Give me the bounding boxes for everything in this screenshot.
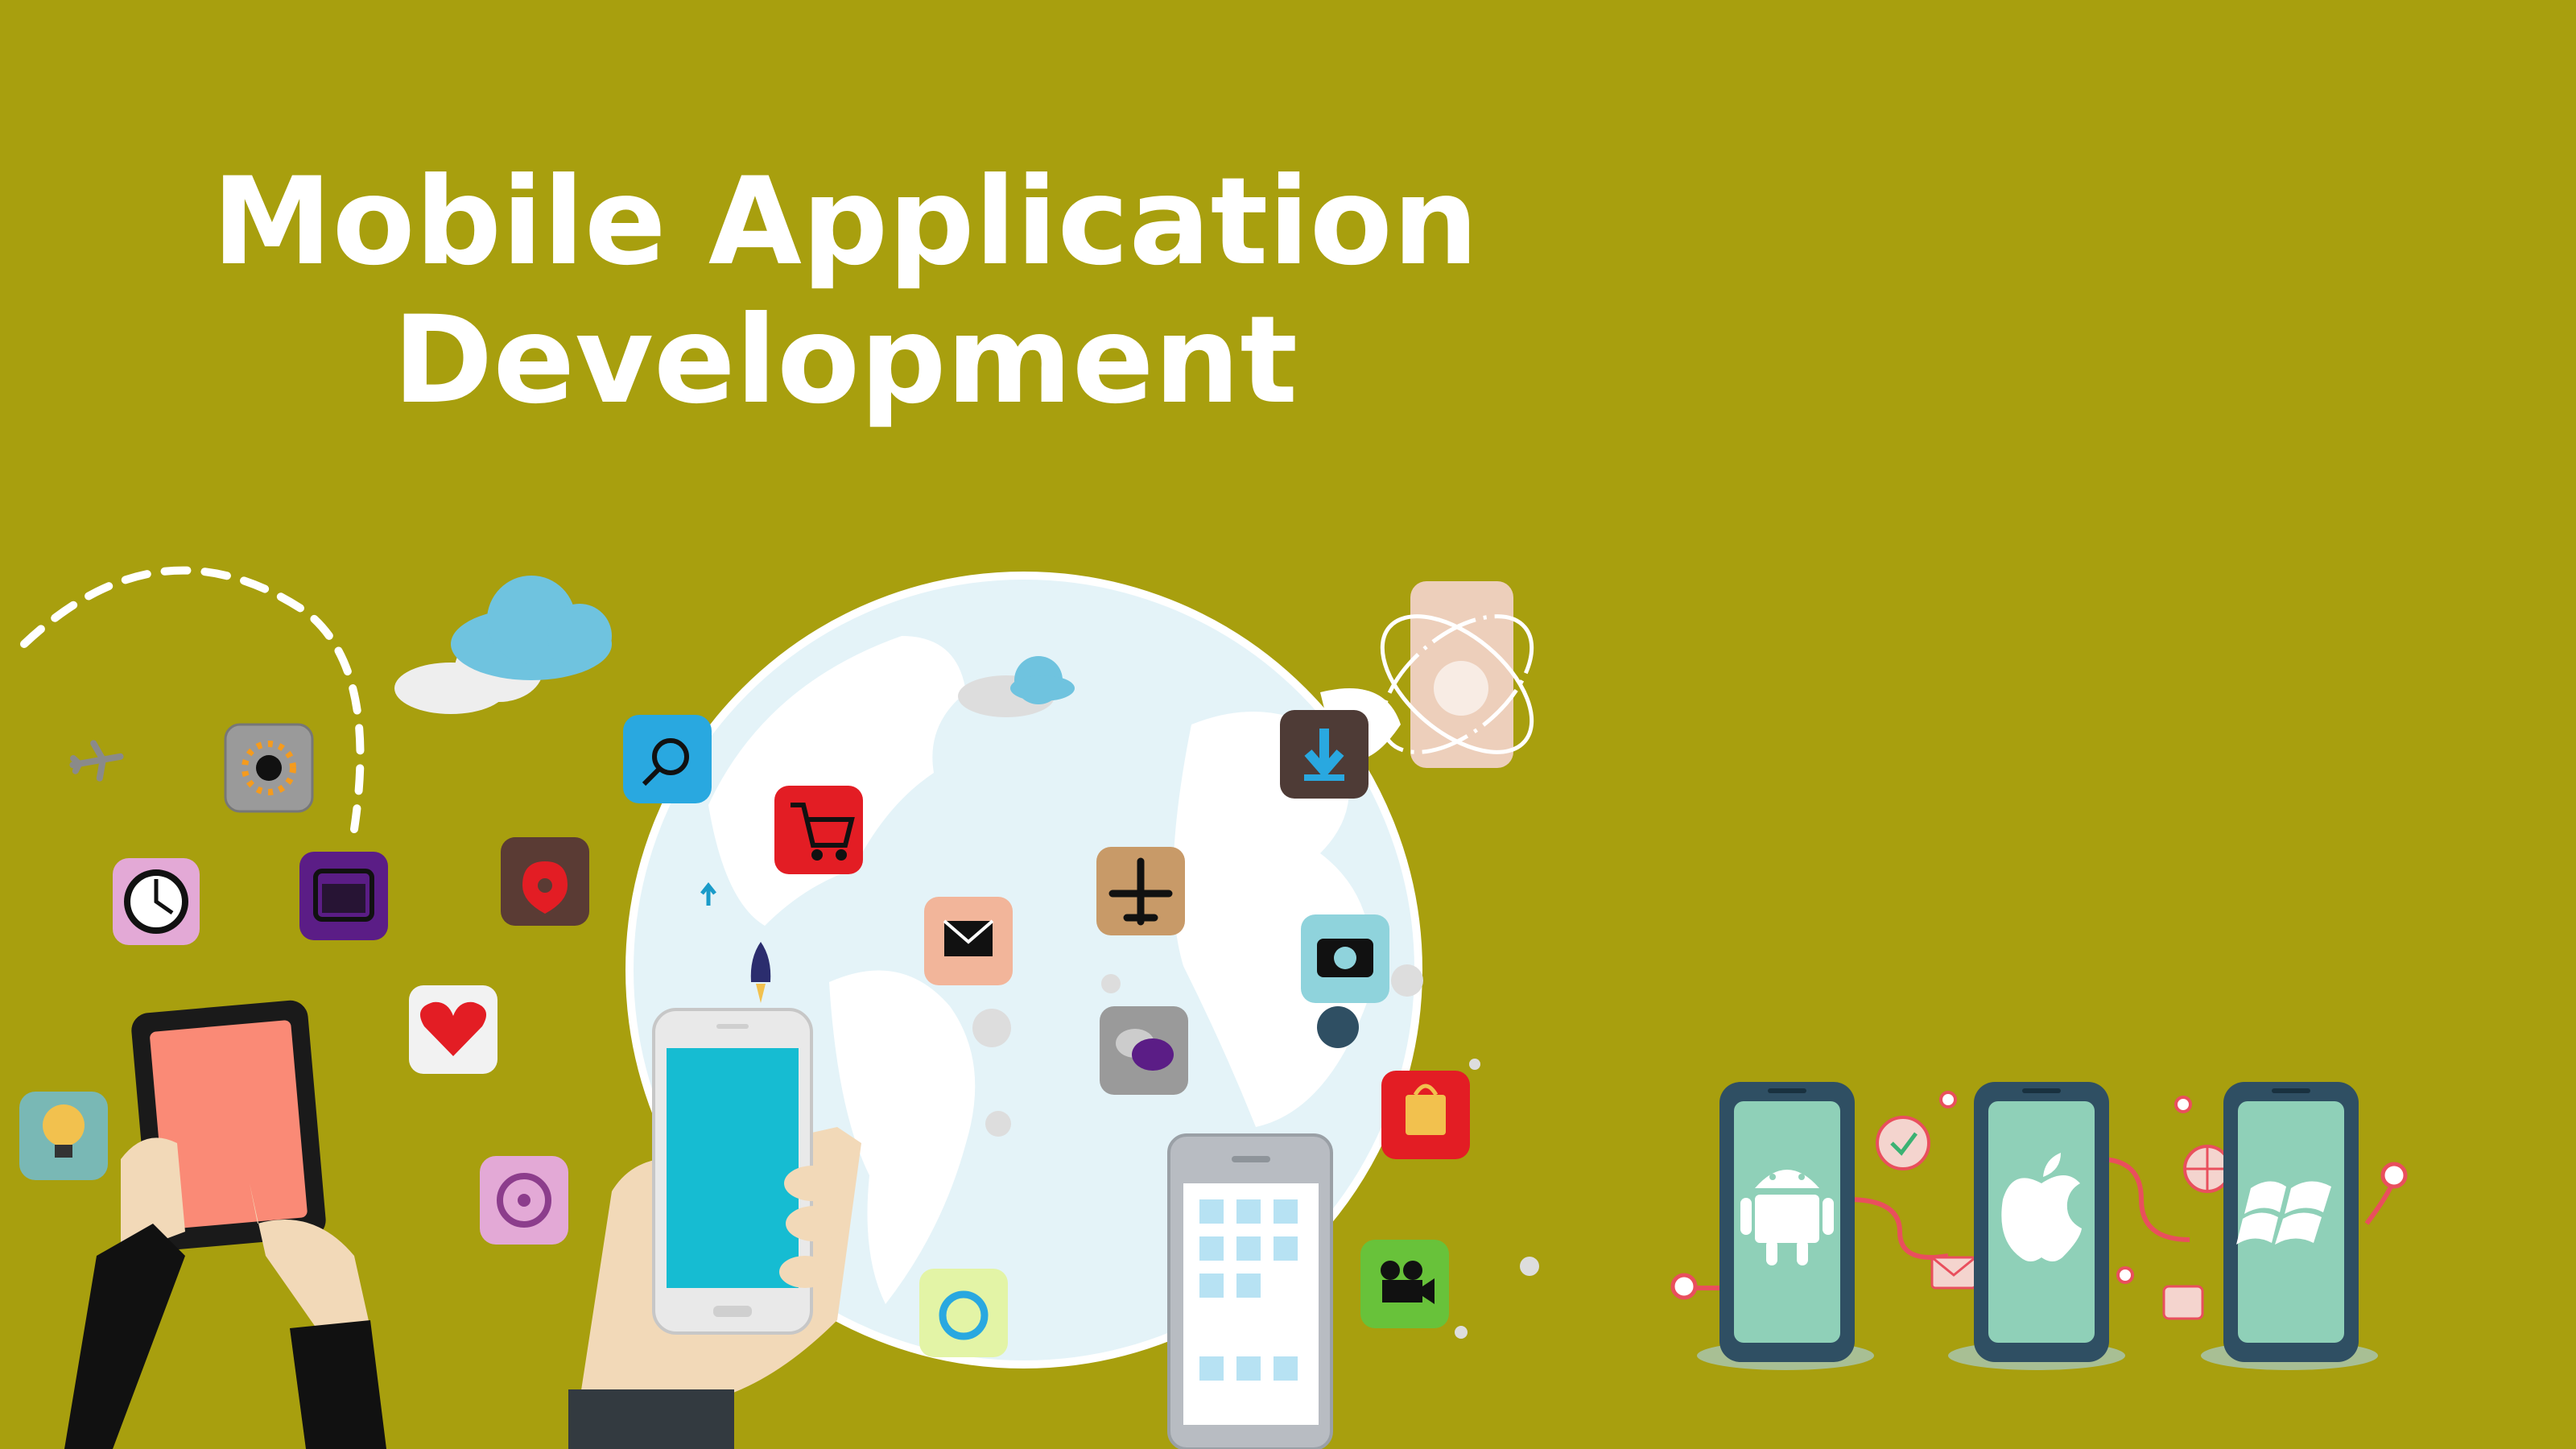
scene-artwork [19,566,2408,1449]
alarm-clock-icon [113,858,200,945]
calendar-icon [299,852,388,940]
camera-icon [1301,914,1389,1003]
power-icon [919,1269,1008,1357]
grid-phone [1167,1133,1333,1449]
connector-node [2380,1162,2408,1189]
small-airplane-icon [69,740,124,782]
location-pin-icon [501,837,589,926]
settings-icon [224,723,314,813]
envelope-icon [1930,1256,1977,1290]
globe-small-icon [2183,1145,2231,1193]
chat-icon [1100,1006,1188,1095]
airplane-icon [1096,847,1185,935]
video-camera-icon [1360,1240,1449,1328]
tablet-with-hands [64,1000,386,1449]
connector-node [1670,1273,1698,1300]
heart-icon [409,985,497,1074]
shopping-cart-icon [774,786,863,874]
thumbs-up-icon [2162,1285,2204,1320]
music-disc-icon [480,1156,568,1245]
connector-node [2116,1266,2134,1284]
shopping-bag-icon [1381,1071,1470,1159]
email-icon [924,897,1013,985]
download-icon [1280,710,1368,799]
check-bubble-icon [1876,1116,1930,1170]
lightbulb-icon [19,1092,108,1180]
cloud-large [394,576,612,714]
connector-node [2174,1096,2192,1113]
connector-node [1939,1091,1957,1108]
search-icon [623,715,712,803]
illustration-stage: Mobile Application Development [0,0,2576,1449]
faded-phone-orbit [1380,581,1534,768]
